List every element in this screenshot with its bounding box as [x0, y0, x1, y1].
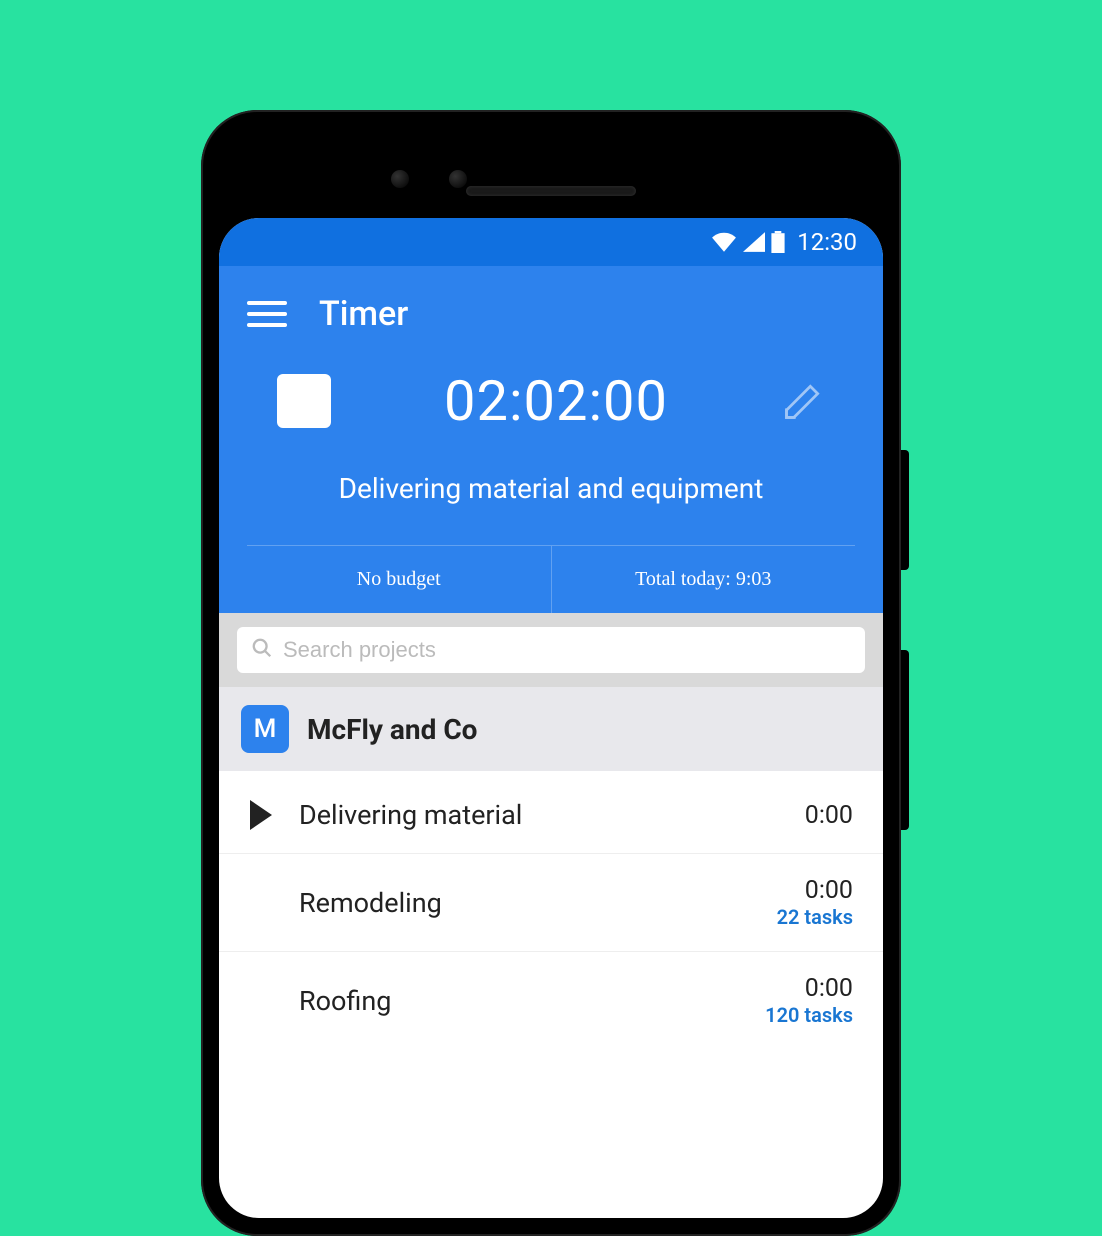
task-name: Remodeling: [299, 887, 777, 919]
task-list: Delivering material 0:00 Remodeling 0:00…: [219, 771, 883, 1049]
task-row[interactable]: Remodeling 0:00 22 tasks: [219, 854, 883, 952]
task-meta: 0:00 120 tasks: [765, 974, 853, 1027]
screen: 12:30 Timer 02:02:00 Delivering m: [219, 218, 883, 1218]
battery-icon: [771, 231, 785, 253]
project-badge: M: [241, 705, 289, 753]
task-name: Roofing: [299, 985, 765, 1017]
timer-description: Delivering material and equipment: [247, 454, 855, 545]
stop-button[interactable]: [277, 374, 331, 428]
search-bar: [219, 613, 883, 687]
status-icons: [711, 231, 785, 253]
play-icon[interactable]: [241, 800, 281, 830]
task-row[interactable]: Roofing 0:00 120 tasks: [219, 952, 883, 1049]
phone-frame: 12:30 Timer 02:02:00 Delivering m: [201, 110, 901, 1236]
phone-notch: [219, 128, 883, 218]
status-bar: 12:30: [219, 218, 883, 266]
status-time: 12:30: [797, 228, 857, 256]
search-icon: [251, 637, 273, 663]
project-header[interactable]: M McFly and Co: [219, 687, 883, 771]
task-time: 0:00: [777, 876, 853, 905]
timer-elapsed: 02:02:00: [444, 368, 668, 434]
task-subtask-count: 120 tasks: [765, 1003, 853, 1027]
task-row[interactable]: Delivering material 0:00: [219, 771, 883, 854]
task-meta: 0:00 22 tasks: [777, 876, 853, 929]
task-time: 0:00: [765, 974, 853, 1003]
timer-row: 02:02:00: [247, 358, 855, 454]
task-meta: 0:00: [805, 801, 853, 830]
task-subtask-count: 22 tasks: [777, 905, 853, 929]
app-header: Timer 02:02:00 Delivering material and e…: [219, 266, 883, 613]
total-today-label: Total today: 9:03: [552, 546, 856, 613]
page-title: Timer: [319, 294, 408, 334]
task-time: 0:00: [805, 801, 853, 830]
search-input[interactable]: [283, 637, 851, 663]
signal-icon: [743, 232, 765, 252]
budget-label: No budget: [247, 546, 552, 613]
wifi-icon: [711, 232, 737, 252]
task-name: Delivering material: [299, 799, 805, 831]
menu-icon[interactable]: [247, 301, 287, 327]
stats-row: No budget Total today: 9:03: [247, 545, 855, 613]
edit-icon[interactable]: [781, 379, 825, 423]
project-name: McFly and Co: [307, 713, 477, 746]
